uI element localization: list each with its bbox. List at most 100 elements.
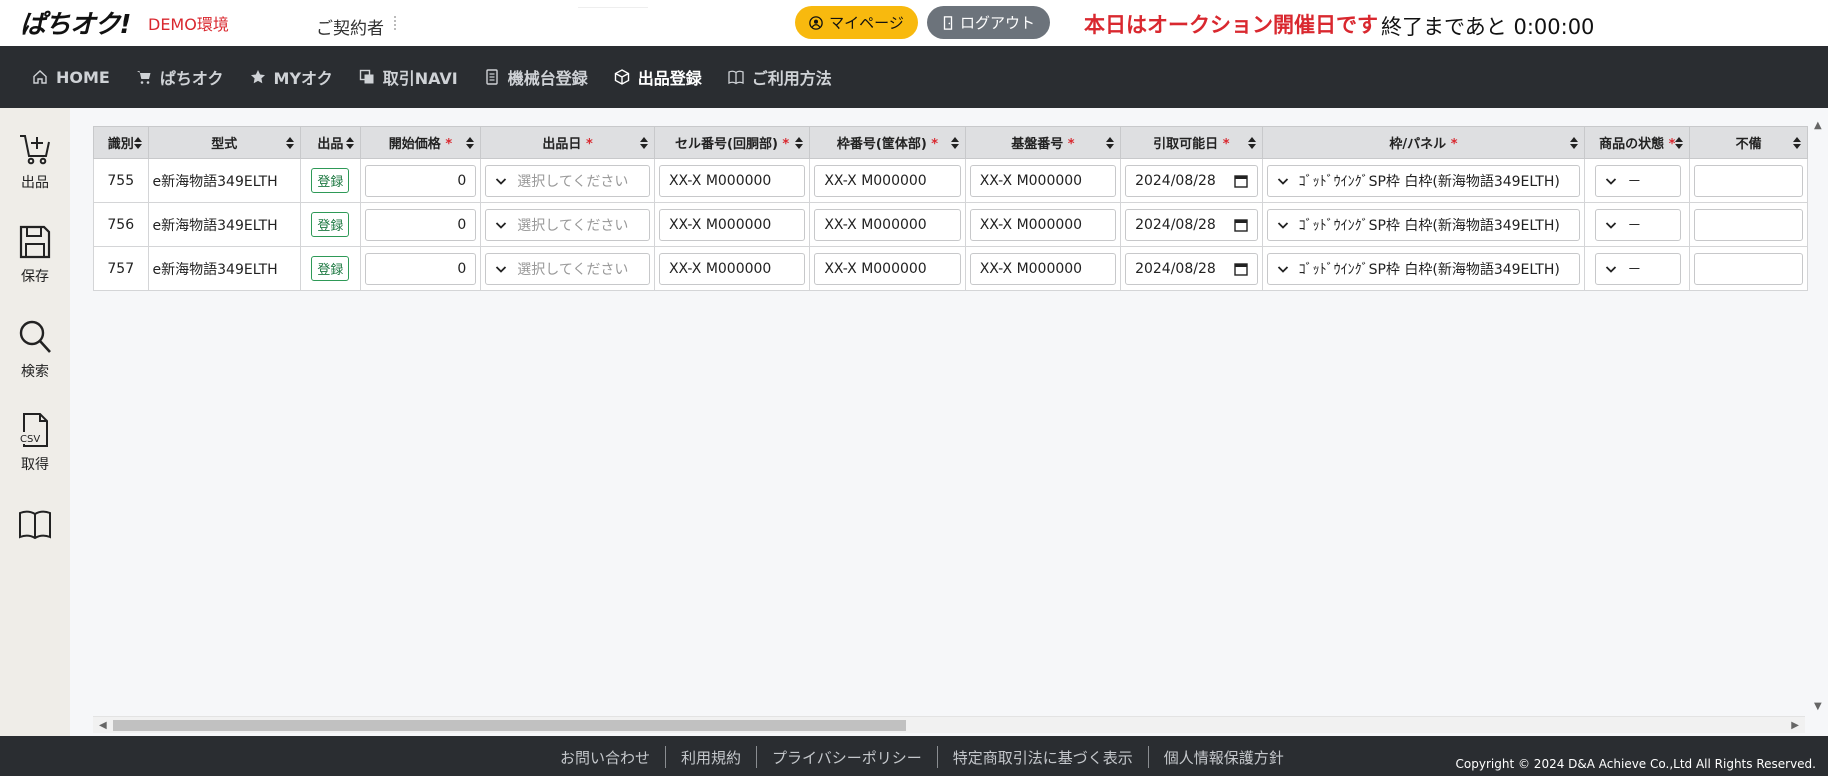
sort-icon[interactable]	[286, 137, 295, 149]
condition-select[interactable]: －	[1595, 252, 1682, 285]
frame-panel-select[interactable]: ｺﾞｯﾄﾞｳｲﾝｸﾞSP枠 白枠(新海物語349ELTH)	[1266, 252, 1581, 285]
scroll-up-arrow[interactable]: ▲	[1814, 120, 1822, 131]
column-header[interactable]: 枠番号(筐体部) *	[809, 126, 966, 159]
footer-link-commerce-law[interactable]: 特定商取引法に基づく表示	[938, 747, 1148, 768]
board-number-input[interactable]: XX-X M000000	[969, 164, 1117, 197]
machine-icon	[486, 69, 498, 85]
footer-link-privacy[interactable]: プライバシーポリシー	[757, 747, 937, 768]
column-header[interactable]: 識別	[93, 126, 149, 159]
listing-date-select[interactable]: 選択してください	[485, 164, 650, 197]
column-header[interactable]: 開始価格 *	[359, 126, 482, 159]
sort-icon[interactable]	[795, 137, 804, 149]
register-button[interactable]: 登録	[311, 168, 350, 193]
scroll-right-arrow[interactable]: ▶	[1791, 720, 1799, 731]
defect-input[interactable]	[1694, 208, 1803, 241]
start-price-input[interactable]: 0	[364, 252, 477, 285]
column-header-label: 引取可能日	[1153, 137, 1219, 152]
save-icon	[19, 225, 51, 259]
env-label: DEMO環境	[148, 15, 229, 34]
start-price-input[interactable]: 0	[364, 164, 477, 197]
cell-number-input[interactable]: XX-X M000000	[658, 164, 806, 197]
book-icon	[19, 510, 51, 540]
column-header-label: 商品の状態	[1599, 137, 1665, 152]
scroll-down-arrow[interactable]: ▼	[1814, 701, 1822, 712]
defect-input[interactable]	[1694, 252, 1803, 285]
sort-icon[interactable]	[1793, 137, 1801, 149]
nav-machine-register[interactable]: 機械台登録	[484, 65, 588, 89]
top-bar: ぱちオク! DEMO環境 ご契約者 マイページ ログアウト 本日はオークション開…	[0, 0, 1828, 46]
footer-link-terms[interactable]: 利用規約	[666, 747, 756, 768]
listing-table: 識別 型式 出品 開始価格 * 出品日 * セル番号(回胴部) * 枠番号(筐体部) * 基盤…	[93, 126, 1808, 291]
frame-number-input[interactable]: XX-X M000000	[814, 252, 961, 285]
defect-cell	[1689, 246, 1808, 291]
sort-icon[interactable]	[133, 137, 142, 149]
register-button[interactable]: 登録	[311, 212, 350, 237]
pickup-date-input[interactable]: 2024/08/28	[1125, 164, 1258, 197]
sort-icon[interactable]	[950, 137, 959, 149]
column-header[interactable]: 出品日 *	[480, 126, 655, 159]
logo[interactable]: ぱちオク!	[20, 4, 131, 41]
book-icon	[728, 70, 744, 85]
board-number-input[interactable]: XX-X M000000	[969, 208, 1117, 241]
sidebar-item-fetch[interactable]: CSV 取得	[0, 412, 70, 474]
nav-pachioku[interactable]: ぱちオク	[136, 65, 224, 89]
pickup-date-input[interactable]: 2024/08/28	[1125, 252, 1258, 285]
sidebar-item-listing[interactable]: 出品	[0, 130, 70, 192]
frame-panel-select[interactable]: ｺﾞｯﾄﾞｳｲﾝｸﾞSP枠 白枠(新海物語349ELTH)	[1266, 208, 1581, 241]
sort-icon[interactable]	[639, 137, 648, 149]
footer-link-contact[interactable]: お問い合わせ	[545, 747, 665, 768]
frame-number-input[interactable]: XX-X M000000	[814, 164, 961, 197]
board-number-input[interactable]: XX-X M000000	[969, 252, 1117, 285]
column-header[interactable]: 引取可能日 *	[1120, 126, 1263, 159]
scrollbar-thumb[interactable]	[113, 720, 906, 731]
sort-icon[interactable]	[1675, 137, 1684, 149]
scroll-left-arrow[interactable]: ◀	[99, 720, 107, 731]
mypage-button[interactable]: マイページ	[795, 6, 918, 39]
register-cell: 登録	[300, 246, 361, 291]
vertical-scrollbar[interactable]: ▲ ▼	[1810, 118, 1828, 716]
column-header[interactable]: 基盤番号 *	[964, 126, 1122, 159]
cell-number-input[interactable]: XX-X M000000	[658, 208, 806, 241]
listing-date-select[interactable]: 選択してください	[485, 208, 650, 241]
calendar-icon[interactable]	[1233, 174, 1248, 188]
start-price-input[interactable]: 0	[364, 208, 477, 241]
frame-panel-value: ｺﾞｯﾄﾞｳｲﾝｸﾞSP枠 白枠(新海物語349ELTH)	[1298, 217, 1560, 234]
nav-listing-register[interactable]: 出品登録	[614, 65, 702, 89]
column-header[interactable]: セル番号(回胴部) *	[653, 126, 811, 159]
sidebar-item-save[interactable]: 保存	[0, 224, 70, 286]
column-header[interactable]: 型式	[147, 126, 302, 159]
sidebar-item-search[interactable]: 検索	[0, 319, 70, 381]
frame-number-input[interactable]: XX-X M000000	[814, 208, 961, 241]
sort-icon[interactable]	[345, 137, 354, 149]
column-header[interactable]: 商品の状態 *	[1584, 126, 1691, 159]
footer-link-personal-info[interactable]: 個人情報保護方針	[1149, 747, 1299, 768]
pickup-date-input[interactable]: 2024/08/28	[1125, 208, 1258, 241]
sort-icon[interactable]	[466, 137, 475, 149]
nav-myoku[interactable]: MYオク	[250, 65, 333, 89]
calendar-icon[interactable]	[1233, 218, 1248, 232]
calendar-icon[interactable]	[1233, 262, 1248, 276]
condition-select[interactable]: －	[1595, 164, 1682, 197]
pickup-date-value: 2024/08/28	[1135, 172, 1216, 189]
logout-button[interactable]: ログアウト	[927, 6, 1050, 39]
column-header[interactable]: 出品	[300, 126, 361, 159]
sort-icon[interactable]	[1570, 137, 1579, 149]
nav-torihiki[interactable]: 取引NAVI	[359, 65, 458, 89]
contract-label: ご契約者	[316, 19, 384, 39]
frame-panel-select[interactable]: ｺﾞｯﾄﾞｳｲﾝｸﾞSP枠 白枠(新海物語349ELTH)	[1266, 164, 1581, 197]
sort-icon[interactable]	[1106, 137, 1115, 149]
horizontal-scrollbar[interactable]: ◀ ▶	[93, 716, 1805, 733]
sort-icon[interactable]	[1247, 137, 1256, 149]
pickup-date-cell: 2024/08/28	[1120, 202, 1263, 247]
nav-home[interactable]: HOME	[32, 68, 110, 87]
nav-usage-guide[interactable]: ご利用方法	[728, 65, 832, 89]
required-mark: *	[445, 137, 453, 152]
register-button[interactable]: 登録	[311, 256, 350, 281]
sidebar-item-manual[interactable]	[0, 506, 70, 548]
condition-select[interactable]: －	[1595, 208, 1682, 241]
column-header[interactable]: 枠/パネル *	[1261, 126, 1586, 159]
cell-number-input[interactable]: XX-X M000000	[658, 252, 806, 285]
listing-date-select[interactable]: 選択してください	[485, 252, 650, 285]
defect-input[interactable]	[1694, 164, 1803, 197]
column-header[interactable]: 不備	[1689, 126, 1808, 159]
